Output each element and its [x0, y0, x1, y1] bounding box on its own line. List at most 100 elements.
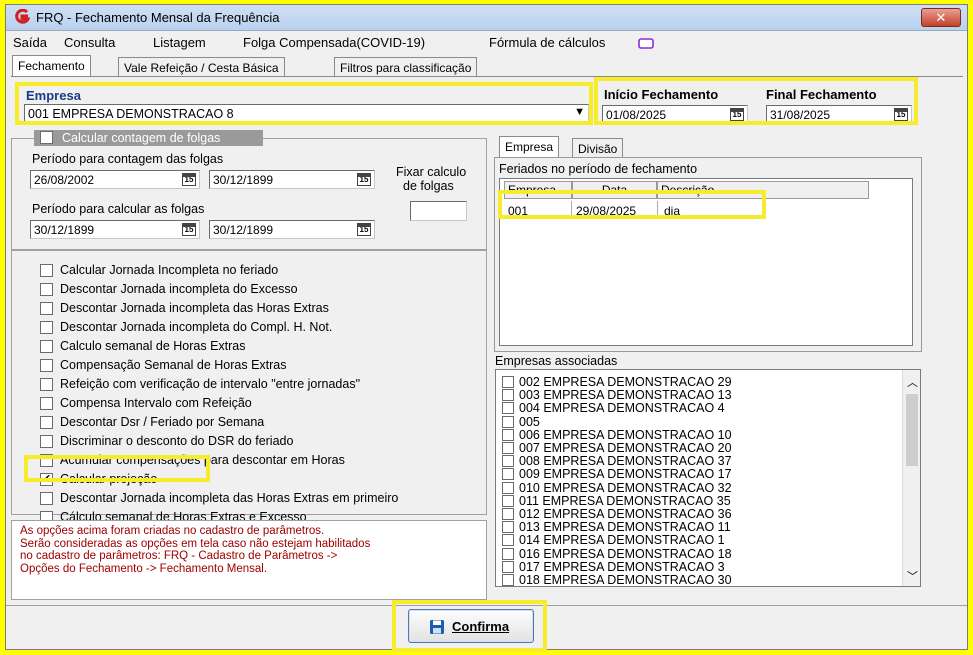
- calendar-icon[interactable]: 15: [182, 223, 196, 236]
- folgas-toggle[interactable]: Calcular contagem de folgas: [34, 130, 263, 146]
- scrollbar[interactable]: ︿ ﹀: [902, 370, 920, 586]
- calendar-icon[interactable]: 15: [182, 173, 196, 186]
- option-checkbox[interactable]: [40, 264, 53, 277]
- list-item-label: 003 EMPRESA DEMONSTRACAO 13: [519, 388, 732, 403]
- feriados-panel: Feriados no período de fechamento Empres…: [494, 157, 922, 352]
- menu-folga-compensada[interactable]: Folga Compensada(COVID-19): [243, 35, 425, 50]
- option-label: Descontar Jornada incompleta do Compl. H…: [60, 320, 333, 334]
- feriados-grid: Empresa Data Descrição 001 29/08/2025 di…: [499, 178, 913, 346]
- option-label: Compensação Semanal de Horas Extras: [60, 358, 287, 372]
- table-row[interactable]: 001 29/08/2025 dia: [504, 201, 869, 219]
- list-item-checkbox[interactable]: [502, 574, 514, 586]
- calendar-icon[interactable]: 15: [730, 108, 744, 121]
- menu-formula-calculos[interactable]: Fórmula de cálculos: [489, 35, 605, 50]
- list-item-checkbox[interactable]: [502, 428, 514, 441]
- associadas-list[interactable]: 002 EMPRESA DEMONSTRACAO 29 003 EMPRESA D…: [495, 369, 921, 587]
- list-item-checkbox[interactable]: [502, 455, 514, 468]
- list-item-checkbox[interactable]: [502, 547, 514, 560]
- close-button[interactable]: ✕: [921, 8, 961, 27]
- tab-panel-border: [11, 76, 963, 77]
- list-item-checkbox[interactable]: [502, 508, 514, 520]
- list-item-checkbox[interactable]: [502, 376, 514, 388]
- col-empresa[interactable]: Empresa: [504, 181, 572, 199]
- option-label: Calculo semanal de Horas Extras: [60, 339, 246, 353]
- tab-bar: Fechamento Vale Refeição / Cesta Básica …: [6, 55, 967, 77]
- calendar-icon[interactable]: 15: [894, 108, 908, 121]
- periodo-contagem-label: Período para contagem das folgas: [32, 152, 224, 166]
- bottom-separator: [6, 605, 967, 606]
- tab-fechamento[interactable]: Fechamento: [12, 55, 91, 77]
- inicio-value: 01/08/2025: [606, 108, 667, 122]
- option-label: Descontar Dsr / Feriado por Semana: [60, 415, 265, 429]
- final-field[interactable]: 31/08/2025 15: [766, 105, 912, 124]
- option-checkbox[interactable]: [40, 435, 53, 448]
- col-divider: [657, 201, 658, 219]
- list-item-checkbox[interactable]: [502, 481, 514, 494]
- subtab-divisao[interactable]: Divisão: [572, 138, 624, 157]
- menu-listagem[interactable]: Listagem: [153, 35, 206, 50]
- empresa-value: 001 EMPRESA DEMONSTRACAO 8: [28, 107, 234, 121]
- confirma-button[interactable]: Confirma: [408, 609, 534, 643]
- option-checkbox[interactable]: [40, 492, 53, 505]
- contagem-ate-field[interactable]: 30/12/1899 15: [209, 170, 375, 189]
- list-item-checkbox[interactable]: [502, 494, 514, 507]
- tab-filtros[interactable]: Filtros para classificação: [334, 57, 478, 77]
- option-checkbox-checked[interactable]: ✔: [40, 473, 53, 486]
- option-label: Calcular projeção: [60, 472, 158, 486]
- option-checkbox[interactable]: [40, 302, 53, 315]
- col-descricao[interactable]: Descrição: [657, 181, 869, 199]
- list-item-checkbox[interactable]: [502, 415, 514, 428]
- list-item-checkbox[interactable]: [502, 534, 514, 547]
- option-checkbox[interactable]: [40, 359, 53, 372]
- subtab-empresa[interactable]: Empresa: [499, 136, 560, 157]
- folgas-checkbox[interactable]: [40, 131, 53, 144]
- empresa-label: Empresa: [26, 88, 81, 103]
- col-data[interactable]: Data: [572, 181, 657, 199]
- list-item-checkbox[interactable]: [502, 468, 514, 481]
- chevron-up-icon[interactable]: ︿: [907, 374, 918, 390]
- calcular-ate-field[interactable]: 30/12/1899 15: [209, 220, 375, 239]
- final-label: Final Fechamento: [766, 87, 877, 102]
- list-item-label: 018 EMPRESA DEMONSTRACAO 30: [519, 573, 732, 587]
- main-window: FRQ - Fechamento Mensal da Frequência ✕ …: [5, 4, 968, 650]
- fixar-label-2: de folgas: [403, 179, 454, 193]
- scrollbar-thumb[interactable]: [906, 394, 918, 466]
- option-checkbox[interactable]: [40, 397, 53, 410]
- calendar-icon[interactable]: 15: [357, 223, 371, 236]
- chevron-down-icon[interactable]: ﹀: [907, 568, 918, 584]
- list-item-label: 011 EMPRESA DEMONSTRACAO 35: [519, 493, 731, 508]
- list-item-label: 012 EMPRESA DEMONSTRACAO 36: [519, 507, 732, 521]
- periodo-calcular-label: Período para calcular as folgas: [32, 202, 205, 216]
- menu-saida[interactable]: Saída: [13, 35, 47, 50]
- tab-vale-refeicao[interactable]: Vale Refeição / Cesta Básica: [118, 57, 285, 77]
- row-data: 29/08/2025: [576, 204, 637, 218]
- list-item-label: 008 EMPRESA DEMONSTRACAO 37: [519, 454, 732, 469]
- list-item-checkbox[interactable]: [502, 402, 514, 415]
- calendar-icon[interactable]: 15: [357, 173, 371, 186]
- list-item-label: 016 EMPRESA DEMONSTRACAO 18: [519, 546, 732, 561]
- empresa-select[interactable]: 001 EMPRESA DEMONSTRACAO 8 ▼: [24, 104, 589, 123]
- option-label: Refeição com verificação de intervalo "e…: [60, 377, 360, 391]
- calcular-de-field[interactable]: 30/12/1899 15: [30, 220, 200, 239]
- list-item-checkbox[interactable]: [502, 442, 514, 454]
- option-checkbox[interactable]: [40, 454, 53, 467]
- chevron-down-icon[interactable]: ▼: [574, 106, 585, 118]
- list-item-checkbox[interactable]: [502, 521, 514, 534]
- feriados-label: Feriados no período de fechamento: [499, 162, 698, 176]
- menu-consulta[interactable]: Consulta: [64, 35, 115, 50]
- option-checkbox[interactable]: [40, 283, 53, 296]
- option-checkbox[interactable]: [40, 378, 53, 391]
- chat-icon[interactable]: [638, 38, 654, 50]
- inicio-field[interactable]: 01/08/2025 15: [602, 105, 748, 124]
- option-checkbox[interactable]: [40, 321, 53, 334]
- contagem-de-field[interactable]: 26/08/2002 15: [30, 170, 200, 189]
- option-checkbox[interactable]: [40, 416, 53, 429]
- list-item-label: 010 EMPRESA DEMONSTRACAO 32: [519, 480, 732, 495]
- list-item-checkbox[interactable]: [502, 560, 514, 573]
- calcular-ate-value: 30/12/1899: [213, 223, 274, 237]
- fixar-input[interactable]: [410, 201, 467, 221]
- list-item-checkbox[interactable]: [502, 389, 514, 402]
- option-label: Calcular Jornada Incompleta no feriado: [60, 263, 279, 277]
- option-checkbox[interactable]: [40, 340, 53, 353]
- list-item-label: 004 EMPRESA DEMONSTRACAO 4: [519, 401, 725, 416]
